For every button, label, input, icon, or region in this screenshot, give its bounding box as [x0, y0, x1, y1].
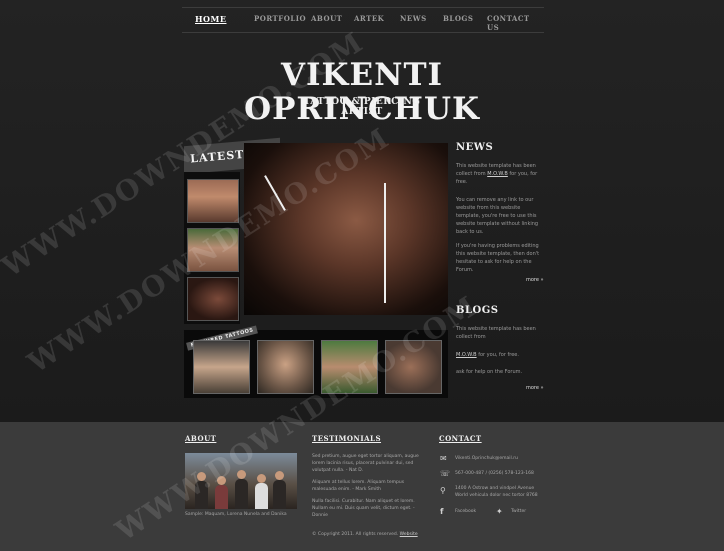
blogs-more-link[interactable]: more »	[526, 385, 544, 391]
about-group-photo	[185, 453, 297, 509]
nav-news[interactable]: NEWS	[400, 14, 427, 23]
testimonial-2: Aliquam at tellus lorem. Aliquam tempus …	[312, 480, 405, 492]
news-paragraph-3: If you're having problems editing this w…	[456, 243, 540, 273]
featured-thumb-1[interactable]	[193, 340, 250, 394]
nav-blogs[interactable]: BLOGS	[443, 14, 473, 23]
news-more-link[interactable]: more »	[526, 277, 544, 283]
nav-home[interactable]: HOME	[195, 14, 226, 24]
site-tagline: TATTOO & PIERCING ARTIST	[303, 97, 421, 117]
about-caption: Sample: Maquam, Lorena Nunela and Danika	[185, 512, 287, 517]
testimonial-3: Nulla facilisi. Curabitur. Nam aliquet e…	[312, 499, 415, 518]
mail-icon: ✉	[440, 454, 447, 463]
phone-icon: ☏	[440, 469, 451, 478]
nav-about[interactable]: ABOUT	[311, 14, 342, 23]
thumbnail-muscle-back[interactable]	[187, 179, 239, 223]
blogs-paragraph-1: This website template has been collect f…	[456, 326, 536, 340]
twitter-link[interactable]: Twitter	[511, 509, 526, 514]
thumbnail-column	[184, 172, 240, 324]
main-nav: HOME PORTFOLIO ABOUT ARTEK NEWS BLOGS CO…	[182, 7, 544, 33]
location-pin-icon: ⚲	[440, 486, 446, 495]
nav-contact[interactable]: CONTACT US	[487, 14, 544, 32]
featured-thumb-2[interactable]	[257, 340, 314, 394]
testimonial-1: Sed pretium, augue eget tortor aliquam, …	[312, 454, 419, 473]
blogs-paragraph-2: M.O.W.B for you, for free.	[456, 352, 519, 358]
twitter-icon[interactable]: ✦	[496, 508, 506, 516]
facebook-link[interactable]: Facebook	[455, 509, 476, 514]
thumbnail-legs[interactable]	[187, 228, 239, 272]
facebook-icon[interactable]: f	[440, 508, 450, 516]
featured-thumb-3[interactable]	[321, 340, 378, 394]
nav-portfolio[interactable]: PORTFOLIO	[254, 14, 306, 23]
contact-email[interactable]: Vikenti.Oprinchuk@email.ru	[455, 455, 518, 462]
footer-about-heading: ABOUT	[185, 434, 217, 443]
copyright: © Copyright 2011. All rights reserved. W…	[312, 532, 418, 537]
string-decoration-left	[264, 175, 286, 211]
copyright-link[interactable]: Website	[400, 532, 418, 537]
person-3	[235, 470, 248, 509]
nav-artek[interactable]: ARTEK	[354, 14, 384, 23]
featured-thumb-4[interactable]	[385, 340, 442, 394]
contact-phone: 567-000-487 / (0256) 578-123-168	[455, 471, 534, 476]
person-2	[215, 476, 228, 509]
news-link-mowb[interactable]: M.O.W.B	[487, 171, 508, 177]
featured-tattoo-photo[interactable]	[244, 143, 448, 315]
news-heading: NEWS	[456, 142, 494, 153]
news-paragraph-1: This website template has been collect f…	[456, 163, 538, 185]
person-1	[195, 472, 208, 509]
news-paragraph-2: You can remove any link to our website f…	[456, 197, 539, 235]
string-decoration	[384, 183, 386, 303]
contact-address: 1400 A Ostrow and vindpel Avenue World v…	[455, 486, 538, 498]
footer-contact-heading: CONTACT	[439, 434, 482, 443]
person-5	[273, 471, 286, 509]
thumbnail-side-tattoo[interactable]	[187, 277, 239, 321]
blogs-heading: BLOGS	[456, 305, 499, 316]
blogs-link-mowb[interactable]: M.O.W.B	[456, 352, 477, 358]
footer-testimonials-heading: TESTIMONIALS	[312, 434, 382, 443]
person-4	[255, 474, 268, 509]
testimonials-text: Sed pretium, augue eget tortor aliquam, …	[312, 453, 424, 519]
blogs-paragraph-3: ask for help on the Forum.	[456, 369, 523, 375]
